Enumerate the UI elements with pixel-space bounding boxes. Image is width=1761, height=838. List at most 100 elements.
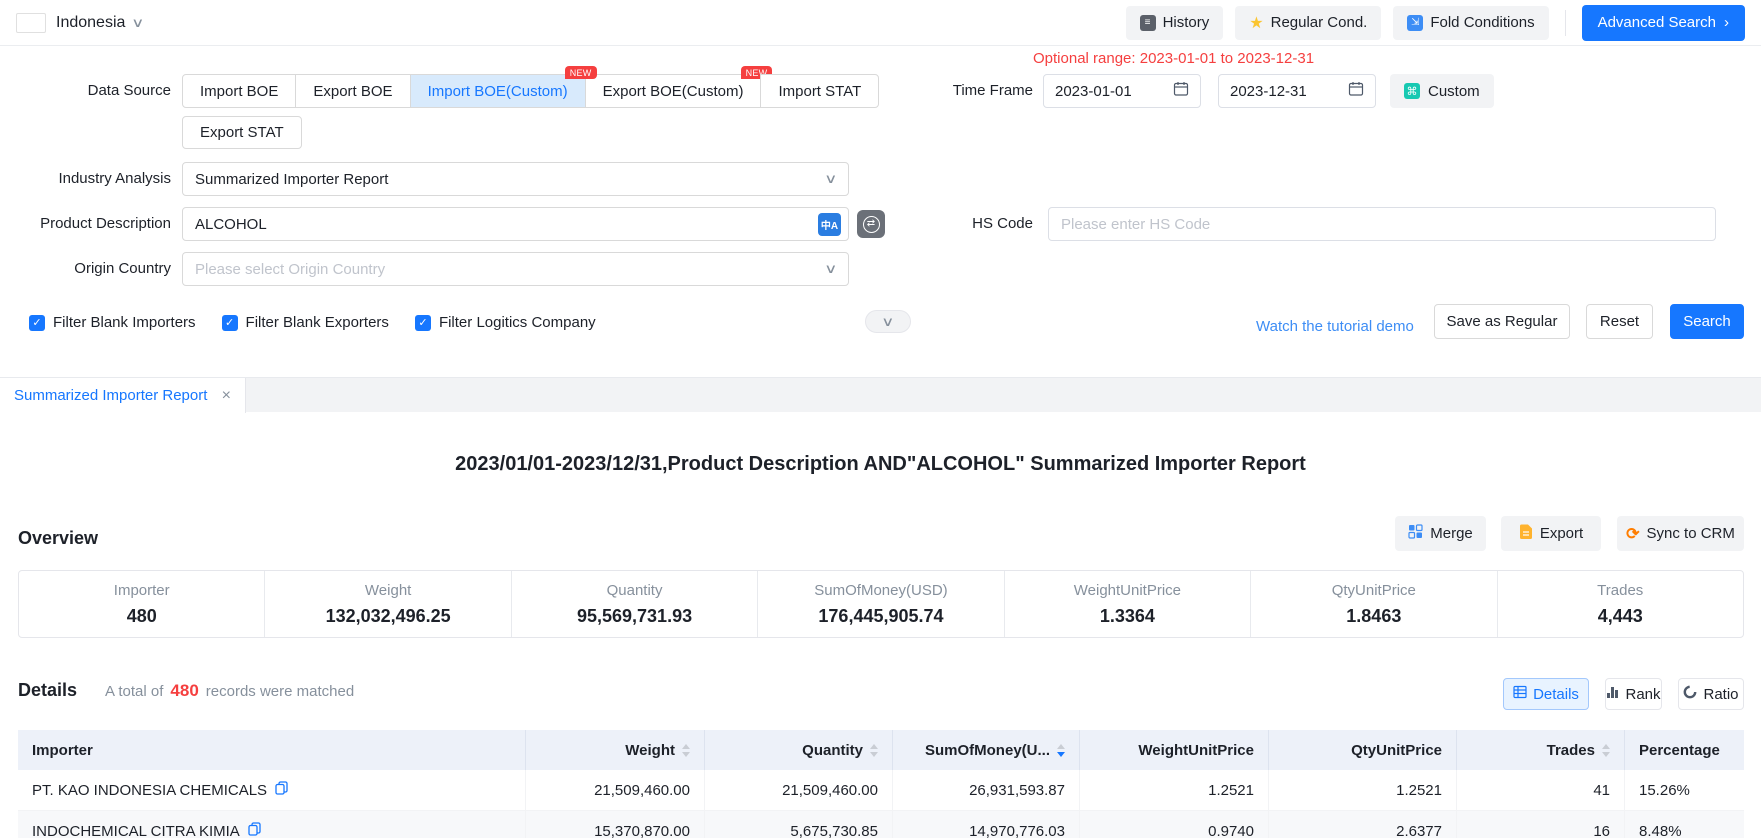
overview-stats-card: Importer 480 Weight 132,032,496.25 Quant… xyxy=(18,570,1744,638)
export-button[interactable]: Export xyxy=(1501,516,1601,551)
stat-sum-of-money: SumOfMoney(USD) 176,445,905.74 xyxy=(757,571,1003,637)
percentage-cell: 15.26% xyxy=(1625,770,1744,810)
topbar-actions: ≡ History ★ Regular Cond. ⇲ Fold Conditi… xyxy=(1126,5,1745,41)
column-header-qty-unit-price[interactable]: QtyUnitPrice xyxy=(1269,730,1457,770)
stat-qty-unit-price: QtyUnitPrice 1.8463 xyxy=(1250,571,1496,637)
view-ratio-button[interactable]: Ratio xyxy=(1678,678,1744,710)
column-header-quantity[interactable]: Quantity xyxy=(705,730,893,770)
column-header-trades[interactable]: Trades xyxy=(1457,730,1625,770)
report-title: 2023/01/01-2023/12/31,Product Descriptio… xyxy=(0,453,1761,476)
column-header-sum-of-money[interactable]: SumOfMoney(U... xyxy=(893,730,1080,770)
origin-country-select[interactable]: Please select Origin Country ∨ xyxy=(182,252,849,286)
date-start-input[interactable]: 2023-01-01 xyxy=(1043,74,1201,108)
table-header-row: Importer Weight Quantity SumOfMoney(U...… xyxy=(18,730,1744,770)
weight-cell: 21,509,460.00 xyxy=(526,770,705,810)
trades-cell: 41 xyxy=(1457,770,1625,810)
quantity-cell: 21,509,460.00 xyxy=(705,770,893,810)
qty-unit-price-cell: 2.6377 xyxy=(1269,811,1457,838)
view-details-button[interactable]: Details xyxy=(1503,678,1589,710)
fuzzy-search-icon[interactable]: ⇄ xyxy=(857,210,885,238)
chevron-down-icon: ∨ xyxy=(881,314,894,330)
advanced-search-button[interactable]: Advanced Search › xyxy=(1582,5,1745,41)
fold-icon: ⇲ xyxy=(1407,15,1423,31)
column-header-percentage[interactable]: Percentage xyxy=(1625,730,1744,770)
expand-conditions-button[interactable]: ∨ xyxy=(865,310,911,333)
time-frame-label: Time Frame xyxy=(893,74,1033,108)
fold-conditions-button[interactable]: ⇲ Fold Conditions xyxy=(1393,6,1548,40)
data-source-import-boe-custom[interactable]: Import BOE(Custom) NEW xyxy=(410,74,586,108)
industry-analysis-label: Industry Analysis xyxy=(0,162,171,196)
match-count: 480 xyxy=(170,681,198,701)
stat-trades: Trades 4,443 xyxy=(1497,571,1743,637)
filter-logistics-company-checkbox[interactable]: ✓ Filter Logitics Company xyxy=(415,314,596,331)
save-as-regular-button[interactable]: Save as Regular xyxy=(1434,304,1570,339)
view-rank-button[interactable]: Rank xyxy=(1605,678,1662,710)
importer-name-link[interactable]: INDOCHEMICAL CITRA KIMIA xyxy=(32,823,240,838)
filter-blank-importers-checkbox[interactable]: ✓ Filter Blank Importers xyxy=(29,314,196,331)
hs-code-input[interactable] xyxy=(1061,216,1703,233)
tutorial-demo-link[interactable]: Watch the tutorial demo xyxy=(1256,312,1414,342)
importer-cell[interactable]: PT. KAO INDONESIA CHEMICALS xyxy=(18,770,526,810)
origin-country-label: Origin Country xyxy=(0,252,171,286)
data-source-export-stat[interactable]: Export STAT xyxy=(182,116,302,149)
importer-cell[interactable]: INDOCHEMICAL CITRA KIMIA xyxy=(18,811,526,838)
data-source-export-boe-custom[interactable]: Export BOE(Custom) NEW xyxy=(585,74,762,108)
percentage-cell: 8.48% xyxy=(1625,811,1744,838)
history-button[interactable]: ≡ History xyxy=(1126,6,1224,40)
product-description-field: 中A xyxy=(182,207,849,241)
stat-importer: Importer 480 xyxy=(19,571,264,637)
search-button[interactable]: Search xyxy=(1670,304,1744,339)
regular-cond-button[interactable]: ★ Regular Cond. xyxy=(1235,6,1381,40)
star-icon: ★ xyxy=(1249,13,1263,33)
date-end-input[interactable]: 2023-12-31 xyxy=(1218,74,1376,108)
custom-range-button[interactable]: ⌘ Custom xyxy=(1390,74,1494,108)
sort-icon[interactable] xyxy=(682,744,690,757)
data-source-import-stat[interactable]: Import STAT xyxy=(760,74,879,108)
column-header-weight[interactable]: Weight xyxy=(526,730,705,770)
sort-icon[interactable] xyxy=(1602,744,1610,757)
sort-icon[interactable] xyxy=(870,744,878,757)
ratio-icon xyxy=(1683,685,1697,703)
details-heading-row: Details A total of 480 records were matc… xyxy=(18,680,354,701)
merge-icon xyxy=(1408,524,1423,543)
tab-strip: Summarized Importer Report × xyxy=(0,377,1761,412)
merge-button[interactable]: Merge xyxy=(1395,516,1486,551)
search-form: Optional range: 2023-01-01 to 2023-12-31… xyxy=(0,46,1761,377)
column-header-importer[interactable]: Importer xyxy=(18,730,526,770)
copy-icon[interactable] xyxy=(275,781,288,799)
export-icon xyxy=(1519,524,1533,544)
tab-summarized-importer-report[interactable]: Summarized Importer Report × xyxy=(0,378,246,413)
industry-analysis-select[interactable]: Summarized Importer Report ∨ xyxy=(182,162,849,196)
filter-blank-exporters-checkbox[interactable]: ✓ Filter Blank Exporters xyxy=(222,314,389,331)
reset-button[interactable]: Reset xyxy=(1586,304,1653,339)
copy-icon[interactable] xyxy=(248,822,261,838)
chevron-right-icon: › xyxy=(1724,14,1729,31)
optional-range-text: Optional range: 2023-01-01 to 2023-12-31 xyxy=(1033,50,1314,67)
data-source-group: Import BOE Export BOE Import BOE(Custom)… xyxy=(182,74,879,108)
details-icon xyxy=(1513,685,1527,703)
table-row[interactable]: INDOCHEMICAL CITRA KIMIA 15,370,870.00 5… xyxy=(18,811,1744,838)
importer-name-link[interactable]: PT. KAO INDONESIA CHEMICALS xyxy=(32,782,267,799)
translate-icon[interactable]: 中A xyxy=(818,213,841,236)
match-summary: A total of 480 records were matched xyxy=(105,681,354,701)
sort-icon-active-desc[interactable] xyxy=(1057,744,1065,757)
history-icon: ≡ xyxy=(1140,15,1156,31)
table-row[interactable]: PT. KAO INDONESIA CHEMICALS 21,509,460.0… xyxy=(18,770,1744,811)
checkbox-checked-icon: ✓ xyxy=(415,315,431,331)
chevron-down-icon[interactable]: ∨ xyxy=(131,15,144,31)
details-table: Importer Weight Quantity SumOfMoney(U...… xyxy=(18,730,1744,838)
country-selector-label[interactable]: Indonesia xyxy=(56,14,125,32)
qty-unit-price-cell: 1.2521 xyxy=(1269,770,1457,810)
product-description-label: Product Description xyxy=(0,207,171,241)
column-header-weight-unit-price[interactable]: WeightUnitPrice xyxy=(1080,730,1269,770)
trades-cell: 16 xyxy=(1457,811,1625,838)
weight-cell: 15,370,870.00 xyxy=(526,811,705,838)
data-source-export-boe[interactable]: Export BOE xyxy=(295,74,410,108)
close-icon[interactable]: × xyxy=(222,387,231,405)
calendar-icon xyxy=(1348,81,1364,101)
custom-icon: ⌘ xyxy=(1404,83,1420,99)
sync-to-crm-button[interactable]: ⟳ Sync to CRM xyxy=(1617,516,1744,551)
topbar: Indonesia ∨ ≡ History ★ Regular Cond. ⇲ … xyxy=(0,0,1761,46)
data-source-import-boe[interactable]: Import BOE xyxy=(182,74,296,108)
product-description-input[interactable] xyxy=(195,216,818,233)
